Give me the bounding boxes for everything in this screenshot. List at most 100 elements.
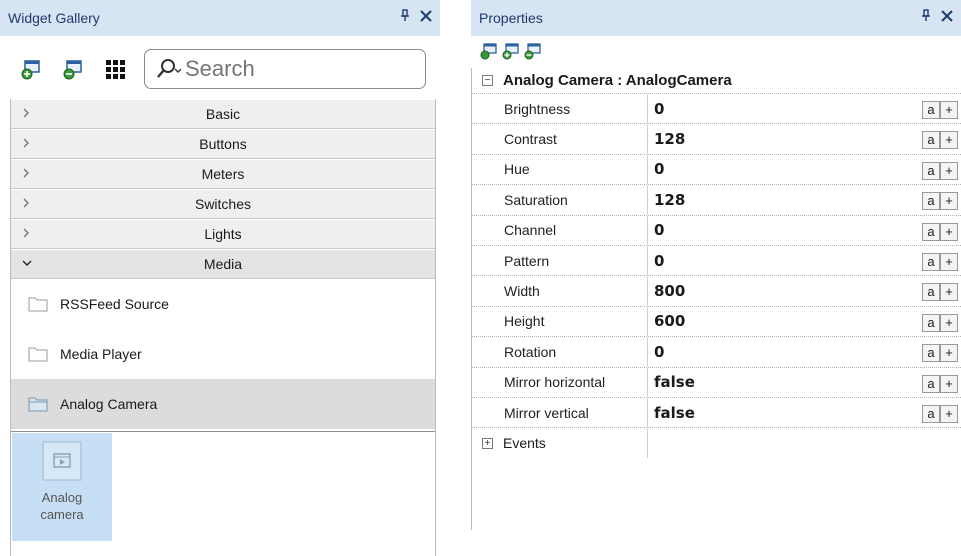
collapse-icon[interactable]: − [482, 75, 493, 86]
property-value[interactable]: 0 [648, 216, 894, 245]
add-binding-button[interactable]: + [940, 222, 958, 241]
media-item[interactable]: Analog Camera [11, 379, 435, 429]
add-binding-button[interactable]: + [940, 131, 958, 150]
property-row-rotation: Rotation 0 a + [472, 337, 961, 368]
property-name: Height [472, 306, 648, 337]
property-value[interactable]: false [648, 398, 894, 427]
category-lights[interactable]: Lights [11, 219, 435, 249]
property-rows: Brightness 0 a + Contrast 128 a + Hue 0 a + Saturati… [472, 94, 961, 429]
media-item-label: Analog Camera [60, 396, 158, 412]
property-buttons: a + [922, 101, 958, 119]
media-item[interactable]: RSSFeed Source [11, 279, 435, 329]
property-row-mirror-vertical: Mirror vertical false a + [472, 397, 961, 429]
bind-attribute-button[interactable]: a [922, 283, 940, 302]
search-input[interactable] [185, 56, 385, 82]
add-binding-button[interactable]: + [940, 404, 958, 423]
property-row-height: Height 600 a + [472, 306, 961, 338]
add-binding-button[interactable]: + [940, 374, 958, 393]
property-group-header[interactable]: − Analog Camera : AnalogCamera [472, 68, 961, 94]
add-property-icon[interactable] [502, 42, 520, 63]
categorized-view-icon[interactable] [480, 42, 498, 63]
category-label: Media [203, 256, 243, 272]
property-grid: − Analog Camera : AnalogCamera Brightnes… [471, 68, 961, 530]
category-meters[interactable]: Meters [11, 159, 435, 189]
property-row-hue: Hue 0 a + [472, 154, 961, 186]
chevron-right-icon [23, 168, 29, 178]
property-buttons: a + [922, 404, 958, 423]
property-value[interactable]: 0 [648, 337, 894, 366]
category-label: Lights [204, 226, 242, 242]
property-row-contrast: Contrast 128 a + [472, 124, 961, 155]
property-value[interactable]: 128 [648, 124, 894, 153]
property-value[interactable]: 0 [648, 94, 894, 123]
property-buttons: a + [922, 131, 958, 150]
remove-property-icon[interactable] [524, 42, 542, 63]
media-item[interactable]: Media Player [11, 329, 435, 379]
add-binding-button[interactable]: + [940, 101, 958, 119]
bind-attribute-button[interactable]: a [922, 344, 940, 363]
property-buttons: a + [922, 222, 958, 241]
add-binding-button[interactable]: + [940, 313, 958, 332]
property-value[interactable]: 128 [648, 185, 894, 214]
properties-toolbar [480, 40, 542, 64]
events-group-row[interactable]: + Events [472, 428, 961, 459]
property-name: Contrast [472, 124, 648, 154]
remove-widget-icon[interactable] [62, 58, 84, 80]
bind-attribute-button[interactable]: a [922, 192, 940, 211]
bind-attribute-button[interactable]: a [922, 161, 940, 180]
add-binding-button[interactable]: + [940, 344, 958, 363]
property-name: Hue [472, 154, 648, 185]
widget-gallery-title-bar: Widget Gallery [0, 0, 440, 36]
property-row-mirror-horizontal: Mirror horizontal false a + [472, 367, 961, 398]
category-media[interactable]: Media [11, 249, 435, 279]
category-label: Buttons [199, 136, 247, 152]
expand-icon[interactable]: + [482, 437, 493, 449]
widget-tile-analog-camera[interactable]: Analog camera [12, 433, 112, 541]
chevron-right-icon [23, 228, 29, 238]
grid-view-icon[interactable] [104, 58, 126, 80]
property-value[interactable]: false [648, 368, 894, 397]
property-name: Brightness [472, 94, 648, 124]
close-icon[interactable] [941, 9, 953, 27]
property-value[interactable]: 0 [648, 246, 894, 275]
bind-attribute-button[interactable]: a [922, 313, 940, 332]
search-icon[interactable] [155, 58, 182, 80]
property-row-saturation: Saturation 128 a + [472, 185, 961, 216]
folder-icon [28, 297, 48, 312]
property-value[interactable]: 0 [648, 155, 894, 184]
property-buttons: a + [922, 192, 958, 211]
category-buttons[interactable]: Buttons [11, 129, 435, 159]
bind-attribute-button[interactable]: a [922, 222, 940, 241]
property-name: Mirror horizontal [472, 367, 648, 397]
category-basic[interactable]: Basic [11, 99, 435, 129]
bind-attribute-button[interactable]: a [922, 131, 940, 150]
bind-attribute-button[interactable]: a [922, 101, 940, 119]
add-binding-button[interactable]: + [940, 192, 958, 211]
add-binding-button[interactable]: + [940, 161, 958, 180]
property-value[interactable]: 600 [648, 307, 894, 336]
bind-attribute-button[interactable]: a [922, 374, 940, 393]
property-value[interactable]: 800 [648, 276, 894, 305]
widget-gallery-toolbar [10, 40, 440, 98]
media-item-label: RSSFeed Source [60, 296, 169, 312]
chevron-right-icon [23, 198, 29, 208]
camera-widget-icon [42, 441, 82, 481]
pin-icon[interactable] [400, 9, 410, 27]
property-name: Saturation [472, 185, 648, 215]
media-item-label: Media Player [60, 346, 142, 362]
property-row-pattern: Pattern 0 a + [472, 245, 961, 277]
property-buttons: a + [922, 313, 958, 332]
search-box[interactable] [144, 49, 426, 89]
events-label: Events [503, 435, 546, 452]
add-binding-button[interactable]: + [940, 252, 958, 271]
property-buttons: a + [922, 161, 958, 180]
pin-icon[interactable] [921, 9, 931, 27]
close-icon[interactable] [420, 9, 432, 27]
category-switches[interactable]: Switches [11, 189, 435, 219]
bind-attribute-button[interactable]: a [922, 404, 940, 423]
bind-attribute-button[interactable]: a [922, 252, 940, 271]
widget-gallery-list: Basic Buttons Meters Switches Lights Media RS… [10, 99, 436, 556]
add-binding-button[interactable]: + [940, 283, 958, 302]
folder-icon [28, 347, 48, 362]
add-widget-icon[interactable] [20, 58, 42, 80]
